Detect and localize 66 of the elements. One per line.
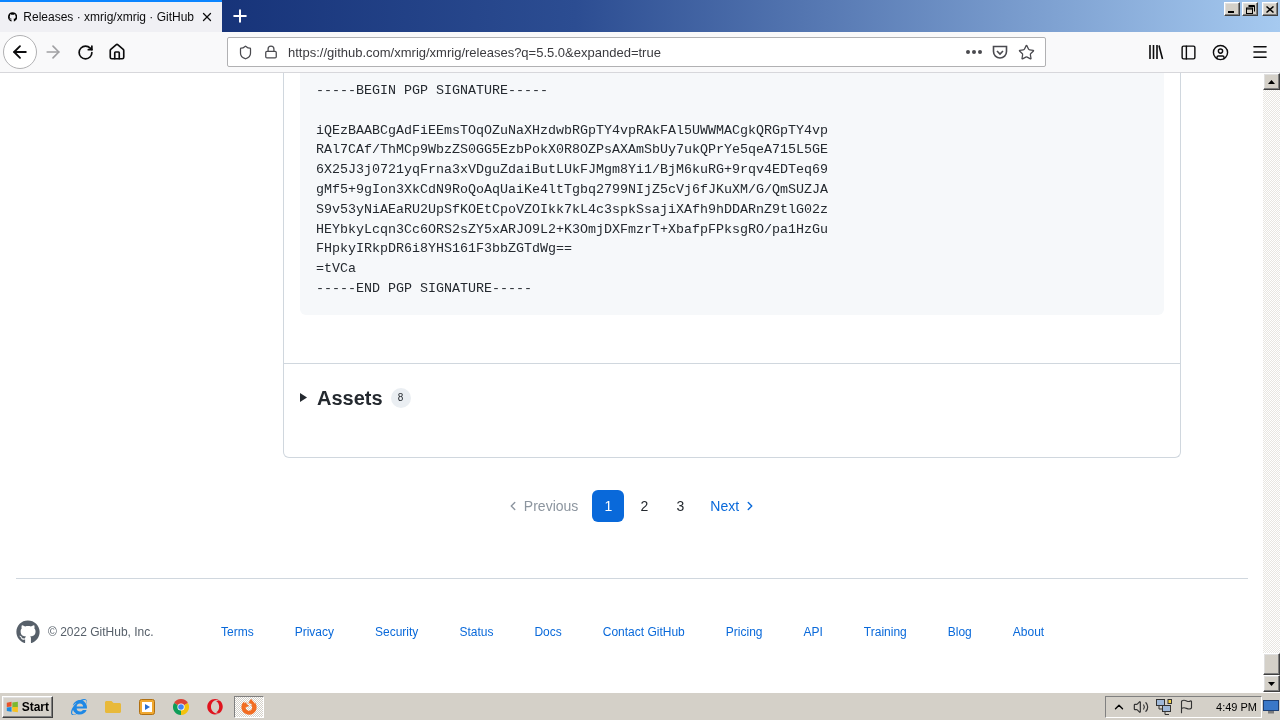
- next-page-link[interactable]: Next: [700, 489, 768, 522]
- media-play-icon: [139, 698, 155, 715]
- star-icon: [1017, 43, 1035, 61]
- folder-icon: [105, 698, 121, 715]
- reload-icon: [76, 43, 94, 61]
- action-center-button[interactable]: [1179, 699, 1194, 714]
- more-icon: [966, 50, 982, 54]
- pocket-icon: [992, 44, 1008, 60]
- footer-link[interactable]: Docs: [534, 624, 562, 639]
- start-button[interactable]: Start: [2, 695, 53, 718]
- footer-link[interactable]: Contact GitHub: [602, 624, 685, 639]
- speaker-icon: [1133, 698, 1149, 715]
- flag-icon: [1179, 699, 1194, 714]
- footer-link[interactable]: Blog: [947, 624, 972, 639]
- plus-icon: [230, 6, 250, 26]
- address-bar[interactable]: https://github.com/xmrig/xmrig/releases?q=5.5.0&expanded=true: [227, 37, 1046, 67]
- page-number-link[interactable]: 3: [664, 489, 697, 522]
- restore-button[interactable]: [1242, 2, 1258, 16]
- scrollbar-thumb[interactable]: [1263, 653, 1280, 675]
- footer-link[interactable]: API: [803, 624, 823, 639]
- o-logo-icon: [207, 698, 223, 715]
- e-logo-icon: [71, 698, 87, 715]
- assets-count: 8: [390, 387, 411, 408]
- browser-tab[interactable]: Releases · xmrig/xmrig · GitHub: [0, 0, 222, 32]
- menu-icon: [1251, 43, 1269, 61]
- back-button[interactable]: [3, 35, 37, 69]
- account-icon: [1211, 43, 1229, 61]
- close-button[interactable]: [1262, 2, 1278, 16]
- page-number-link[interactable]: 2: [628, 489, 661, 522]
- footer-link[interactable]: Privacy: [294, 624, 334, 639]
- back-arrow-icon: [10, 42, 30, 62]
- copyright-text: © 2022 GitHub, Inc.: [48, 624, 154, 639]
- fox-logo-icon: [241, 698, 257, 715]
- up-triangle-icon: [1268, 79, 1275, 84]
- minimize-button[interactable]: [1224, 2, 1240, 16]
- tab-title: Releases · xmrig/xmrig · GitHub: [23, 10, 194, 24]
- circle-logo-icon: [173, 698, 189, 715]
- footer-link[interactable]: Training: [863, 624, 907, 639]
- restore-icon: [1245, 4, 1255, 14]
- down-triangle-icon: [1268, 681, 1275, 686]
- footer-link[interactable]: Security: [375, 624, 419, 639]
- library-icon: [1148, 44, 1164, 60]
- volume-button[interactable]: [1133, 698, 1149, 715]
- footer-link[interactable]: Status: [459, 624, 494, 639]
- assets-toggle[interactable]: Assets: [300, 385, 383, 410]
- close-icon: [200, 10, 214, 24]
- scroll-down-button[interactable]: [1263, 675, 1280, 692]
- footer-link[interactable]: Pricing: [725, 624, 763, 639]
- taskbar-app-button[interactable]: [234, 695, 264, 718]
- lock-icon: [264, 45, 278, 59]
- footer-link[interactable]: About: [1012, 624, 1045, 639]
- cat-logo-icon[interactable]: [16, 619, 40, 644]
- network-icon: [1156, 698, 1172, 715]
- clock[interactable]: 4:49 PM: [1216, 700, 1257, 713]
- footer-link[interactable]: Terms: [221, 624, 254, 639]
- sidebar-icon: [1179, 43, 1197, 61]
- scroll-up-button[interactable]: [1263, 73, 1280, 90]
- pgp-signature: -----BEGIN PGP SIGNATURE----- iQEzBAABCgAdFiEEmsTOqOZuNaXHzdwbRGpTY4vpRAkFAl5UWWMACgkQRGpTY4vp RAl7CAf/ThMCp9WbzZS0GG5EzbPokX0R8OZPsAXAmSbUy7ukQPrYe5qeA715L5GE 6X25J3j0721yqFrna3xVDguZdaiButLUkFJMgm8Yi1/BjM6kuRG+9rqv4EDTeq69 gMf5+9gIon3XkCdN9RoQoAqUaiKe4ltTgbq2799NIjZ5cVj6fJKuXM/G/QmSUZJA S9v53yNiAEaRU2UpSfKOEtCpoVZOIkk7kL4c3spkSsajiXAfh9hDDARnZ9tlG02z HEYbkyLcqn3Cc6ORS2sZY5xARJO9L2+K3OmjDXFmzrT+XbafpFPksgRO/pa1HzGu FHpkyIRkpDR6i8YHS161F3bbZGTdWg== =tVCa -----END PGP SIGNATURE-----: [300, 73, 1164, 315]
- network-button[interactable]: [1156, 698, 1172, 715]
- four-pane-logo-icon: [6, 699, 19, 714]
- url-text: https://github.com/xmrig/xmrig/releases?q=5.5.0&expanded=true: [288, 44, 662, 60]
- scrollbar[interactable]: [1263, 73, 1280, 692]
- close-icon: [1266, 5, 1274, 13]
- home-icon: [108, 43, 126, 61]
- page-number-link[interactable]: 1: [592, 489, 625, 522]
- shield-icon: [237, 44, 253, 60]
